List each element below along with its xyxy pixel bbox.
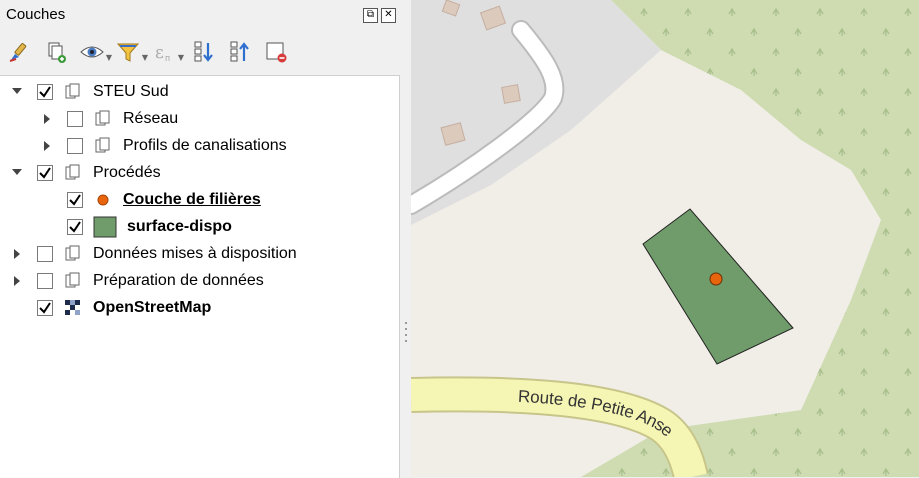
layer-label: STEU Sud: [93, 82, 169, 100]
layer-checkbox[interactable]: [37, 164, 53, 181]
polygon-symbol-icon: [93, 216, 117, 237]
chevron-down-icon: ▼: [105, 53, 112, 62]
group-icon: [63, 244, 83, 264]
layer-checkbox[interactable]: [67, 191, 83, 208]
layer-tree: STEU Sud Réseau Profils de canalisations…: [0, 75, 400, 478]
chevron-right-icon[interactable]: [11, 248, 23, 260]
layer-row-openstreetmap[interactable]: OpenStreetMap: [37, 294, 211, 321]
remove-layer-icon[interactable]: [264, 40, 288, 64]
filiere-point[interactable]: [709, 272, 723, 286]
chevron-down-icon[interactable]: [11, 167, 23, 179]
layers-panel: Couches ⧉ ✕ ▼ ▼ εᴨ ▼ STEU Sud Réseau Pro…: [0, 0, 400, 478]
group-icon: [63, 271, 83, 291]
layer-label: Couche de filières: [123, 190, 261, 208]
close-panel-button[interactable]: ✕: [381, 8, 396, 23]
layer-row-steu-sud[interactable]: STEU Sud: [11, 78, 169, 105]
layer-row-couche-filieres[interactable]: Couche de filières: [67, 186, 261, 213]
layer-checkbox[interactable]: [37, 299, 53, 316]
layer-row-procedes[interactable]: Procédés: [11, 159, 161, 186]
layer-checkbox[interactable]: [67, 218, 83, 235]
svg-text:ε: ε: [155, 43, 164, 63]
group-icon: [63, 163, 83, 183]
layer-checkbox[interactable]: [37, 272, 53, 289]
layer-label: Procédés: [93, 163, 161, 181]
layer-checkbox[interactable]: [67, 137, 83, 154]
splitter-grip: [405, 334, 407, 336]
filter-icon[interactable]: ▼: [116, 40, 148, 64]
layer-label: surface-dispo: [127, 217, 232, 235]
group-icon: [63, 82, 83, 102]
collapse-all-icon[interactable]: [228, 40, 252, 64]
group-icon: [93, 136, 113, 156]
chevron-down-icon: ▼: [141, 53, 148, 62]
layer-checkbox[interactable]: [37, 83, 53, 100]
layer-label: Réseau: [123, 109, 179, 127]
map-canvas[interactable]: Route de Petite Anse: [411, 0, 919, 477]
chevron-down-icon: ▼: [177, 53, 184, 62]
style-brush-icon[interactable]: [8, 40, 32, 64]
layer-label: Données mises à disposition: [93, 244, 297, 262]
splitter-grip: [405, 340, 407, 342]
raster-icon: [63, 298, 83, 318]
panel-splitter[interactable]: [400, 0, 411, 477]
layer-row-donnees[interactable]: Données mises à disposition: [11, 240, 297, 267]
float-panel-button[interactable]: ⧉: [363, 8, 378, 23]
layer-checkbox[interactable]: [37, 245, 53, 262]
panel-title: Couches: [6, 6, 66, 23]
layer-row-surface-dispo[interactable]: surface-dispo: [67, 213, 232, 240]
group-icon: [93, 109, 113, 129]
layer-checkbox[interactable]: [67, 110, 83, 127]
chevron-right-icon[interactable]: [41, 140, 53, 152]
point-symbol-icon: [93, 190, 113, 210]
expand-all-icon[interactable]: [192, 40, 216, 64]
add-group-icon[interactable]: [44, 40, 68, 64]
eye-visibility-icon[interactable]: ▼: [80, 40, 112, 64]
splitter-grip: [405, 328, 407, 330]
layer-label: Préparation de données: [93, 271, 264, 289]
layer-label: OpenStreetMap: [93, 298, 212, 316]
layer-row-profils[interactable]: Profils de canalisations: [41, 132, 287, 159]
chevron-down-icon[interactable]: [11, 86, 23, 98]
expression-filter-icon[interactable]: εᴨ ▼: [152, 40, 184, 64]
splitter-grip: [405, 322, 407, 324]
svg-text:ᴨ: ᴨ: [165, 54, 170, 64]
layer-row-preparation[interactable]: Préparation de données: [11, 267, 264, 294]
layer-label: Profils de canalisations: [123, 136, 287, 154]
chevron-right-icon[interactable]: [11, 275, 23, 287]
layer-row-reseau[interactable]: Réseau: [41, 105, 178, 132]
layers-toolbar: ▼ ▼ εᴨ ▼: [8, 36, 300, 68]
chevron-right-icon[interactable]: [41, 113, 53, 125]
